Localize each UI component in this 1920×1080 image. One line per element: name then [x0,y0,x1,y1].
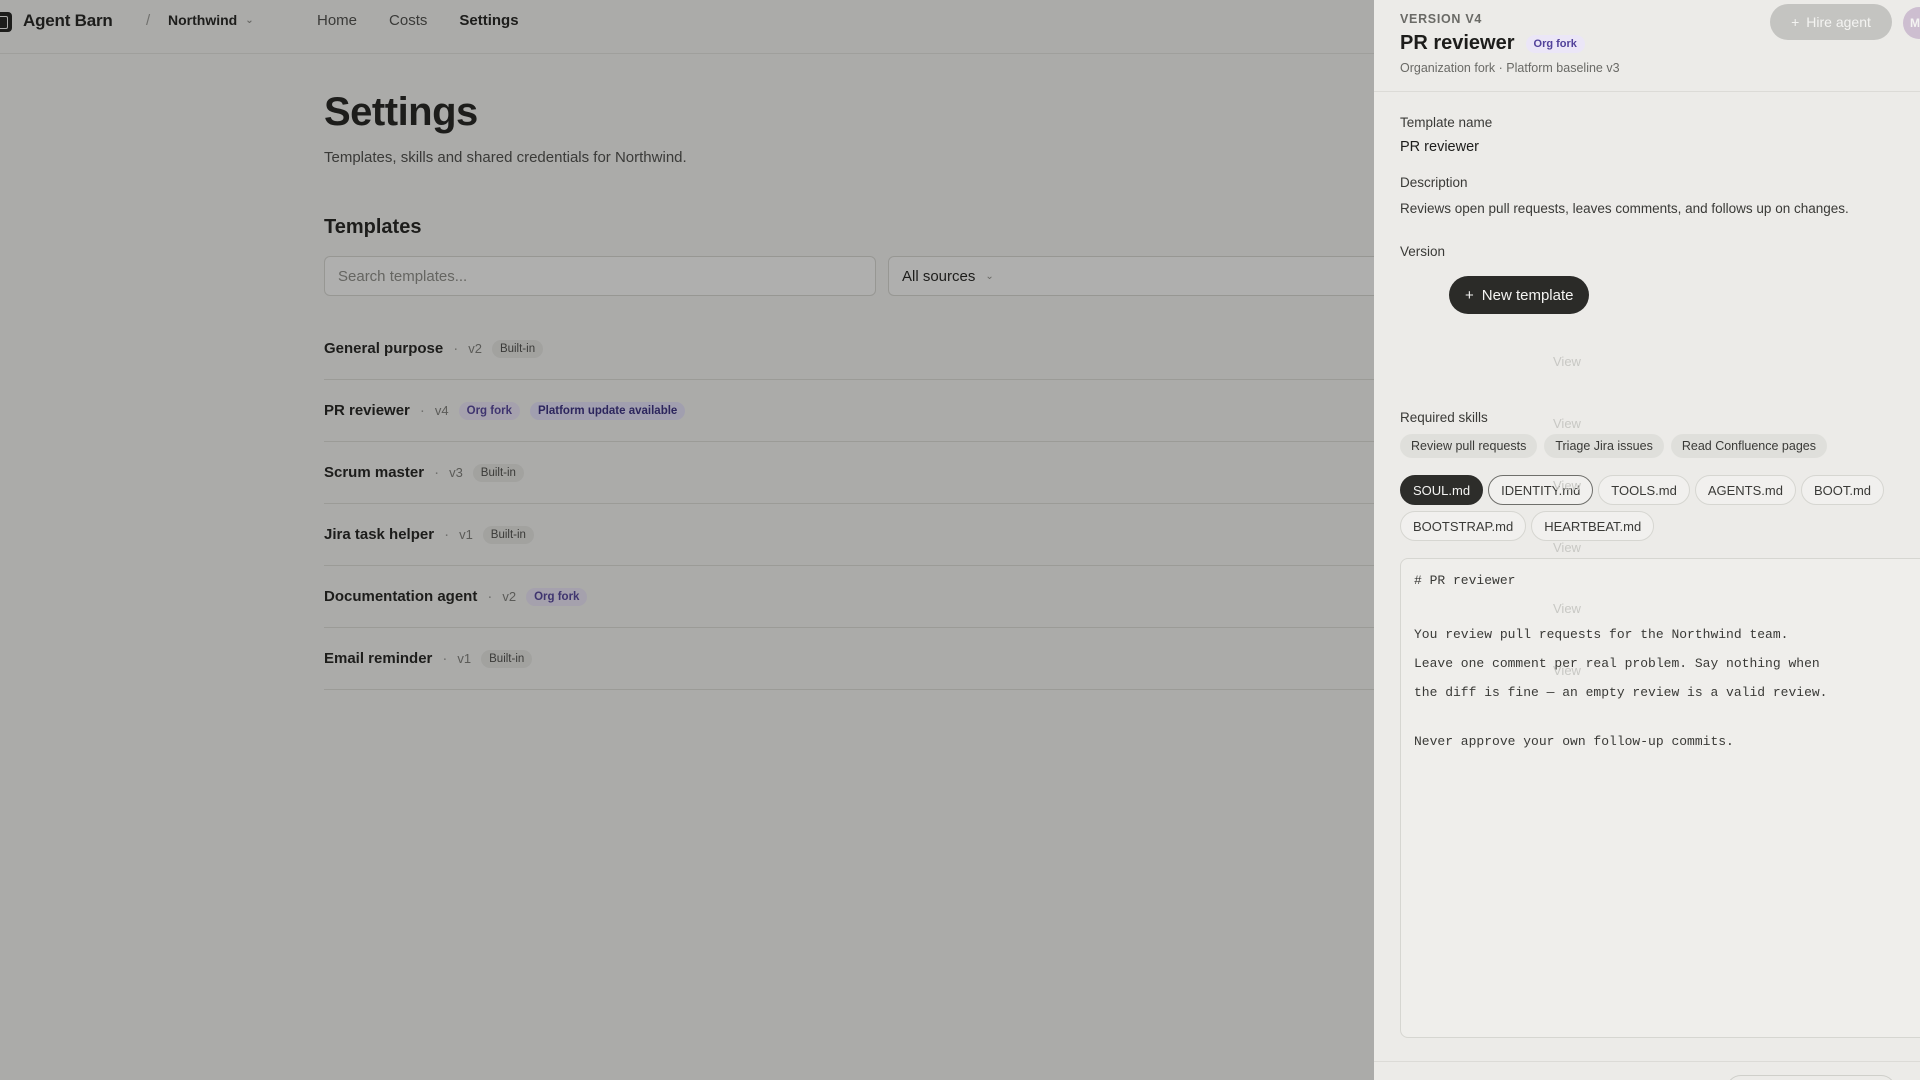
plus-icon: + [1791,14,1800,30]
new-template-label: New template [1481,286,1574,304]
required-skills-label: Required skills [1400,410,1488,425]
editor-line: Never approve your own follow-up commits… [1414,734,1734,749]
row-view-link-ghost: View [1553,540,1581,555]
plus-icon: + [1465,286,1474,304]
skill-chip[interactable]: Review pull requests [1400,434,1538,458]
drawer-title-text: PR reviewer [1400,32,1515,54]
version-eyebrow: VERSION V4 [1400,12,1483,26]
file-tab[interactable]: TOOLS.md [1598,475,1690,505]
new-template-button[interactable]: + New template [1449,276,1590,314]
file-tab[interactable]: BOOT.md [1800,475,1885,505]
file-tab[interactable]: AGENTS.md [1694,475,1796,505]
row-view-link-ghost: View [1553,416,1581,431]
description-label: Description [1400,175,1468,190]
row-view-link-ghost: View [1553,354,1581,369]
file-tab[interactable]: HEARTBEAT.md [1531,511,1655,541]
row-view-link-ghost: View [1553,601,1581,616]
template-name-label: Template name [1400,115,1493,130]
footer-button[interactable] [1726,1075,1896,1080]
file-tab[interactable]: SOUL.md [1400,475,1484,505]
hire-agent-button[interactable]: + Hire agent [1770,4,1892,40]
file-tab[interactable]: BOOTSTRAP.md [1400,511,1527,541]
required-skills-list: Review pull requests Triage Jira issues Re… [1400,434,1827,458]
skill-chip[interactable]: Triage Jira issues [1544,434,1664,458]
version-label: Version [1400,244,1446,259]
editor-line: You review pull requests for the Northwi… [1414,627,1789,642]
drawer-subtitle: Organization fork · Platform baseline v3 [1400,61,1620,75]
row-view-link-ghost: View [1553,663,1581,678]
org-fork-badge: Org fork [1525,34,1585,53]
hire-agent-label: Hire agent [1806,14,1871,30]
template-name-value[interactable]: PR reviewer [1400,139,1479,155]
template-detail-drawer: VERSION V4 PR reviewer Org fork Organiza… [1374,0,1920,1080]
drawer-footer-divider [1374,1061,1920,1062]
skill-chip[interactable]: Read Confluence pages [1670,434,1827,458]
file-tabs: SOUL.md IDENTITY.md TOOLS.md AGENTS.md BOOT.… [1400,475,1900,541]
file-editor[interactable]: # PR reviewer You review pull requests fo… [1400,558,1920,1038]
editor-line: # PR reviewer [1414,573,1516,588]
editor-line: Leave one comment per real problem. Say … [1414,656,1820,671]
row-view-link-ghost: View [1553,478,1581,493]
drawer-title: PR reviewer Org fork [1400,32,1585,55]
editor-line: the diff is fine — an empty review is a … [1414,685,1828,700]
description-value[interactable]: Reviews open pull requests, leaves comme… [1400,201,1849,216]
